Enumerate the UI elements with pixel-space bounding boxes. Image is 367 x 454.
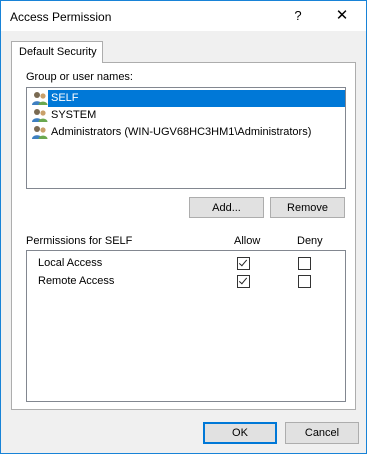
close-button[interactable]: ✕	[319, 1, 365, 31]
permission-name: Remote Access	[38, 275, 115, 287]
cancel-button[interactable]: Cancel	[285, 422, 359, 444]
users-icon	[32, 92, 48, 105]
user-listbox[interactable]: SELF SYSTEM Administrators (WIN-UGV68HC3…	[26, 87, 346, 189]
permission-row-remote-access: Remote Access	[27, 273, 345, 291]
user-item-administrators[interactable]: Administrators (WIN-UGV68HC3HM1\Administ…	[30, 124, 345, 141]
tab-label: Default Security	[19, 46, 97, 58]
help-button[interactable]: ?	[284, 1, 312, 31]
permissions-header: Permissions for SELF	[26, 235, 133, 247]
permission-name: Local Access	[38, 257, 103, 269]
user-name: SYSTEM	[51, 109, 97, 121]
users-icon	[32, 109, 48, 122]
tab-default-security[interactable]: Default Security	[11, 41, 103, 63]
user-item-system[interactable]: SYSTEM	[30, 107, 345, 124]
local-access-deny-checkbox[interactable]	[298, 257, 311, 270]
local-access-allow-checkbox[interactable]	[237, 257, 250, 270]
remove-button[interactable]: Remove	[270, 197, 345, 218]
user-item-self[interactable]: SELF	[30, 90, 345, 107]
window-title: Access Permission	[10, 10, 112, 24]
remote-access-deny-checkbox[interactable]	[298, 275, 311, 288]
user-name: SELF	[48, 90, 345, 107]
users-icon	[32, 126, 48, 139]
remote-access-allow-checkbox[interactable]	[237, 275, 250, 288]
ok-button[interactable]: OK	[203, 422, 277, 444]
group-label: Group or user names:	[26, 71, 133, 83]
user-name: Administrators (WIN-UGV68HC3HM1\Administ…	[51, 126, 312, 138]
allow-header: Allow	[234, 235, 261, 247]
add-button[interactable]: Add...	[189, 197, 264, 218]
title-bar: Access Permission ? ✕	[1, 1, 366, 31]
deny-header: Deny	[297, 235, 323, 247]
access-permission-dialog: Access Permission ? ✕ Default Security G…	[0, 0, 367, 454]
tab-panel: Group or user names: SELF SYSTEM Adminis…	[11, 62, 356, 410]
permissions-list: Local Access Remote Access	[26, 250, 346, 402]
permission-row-local-access: Local Access	[27, 255, 345, 273]
